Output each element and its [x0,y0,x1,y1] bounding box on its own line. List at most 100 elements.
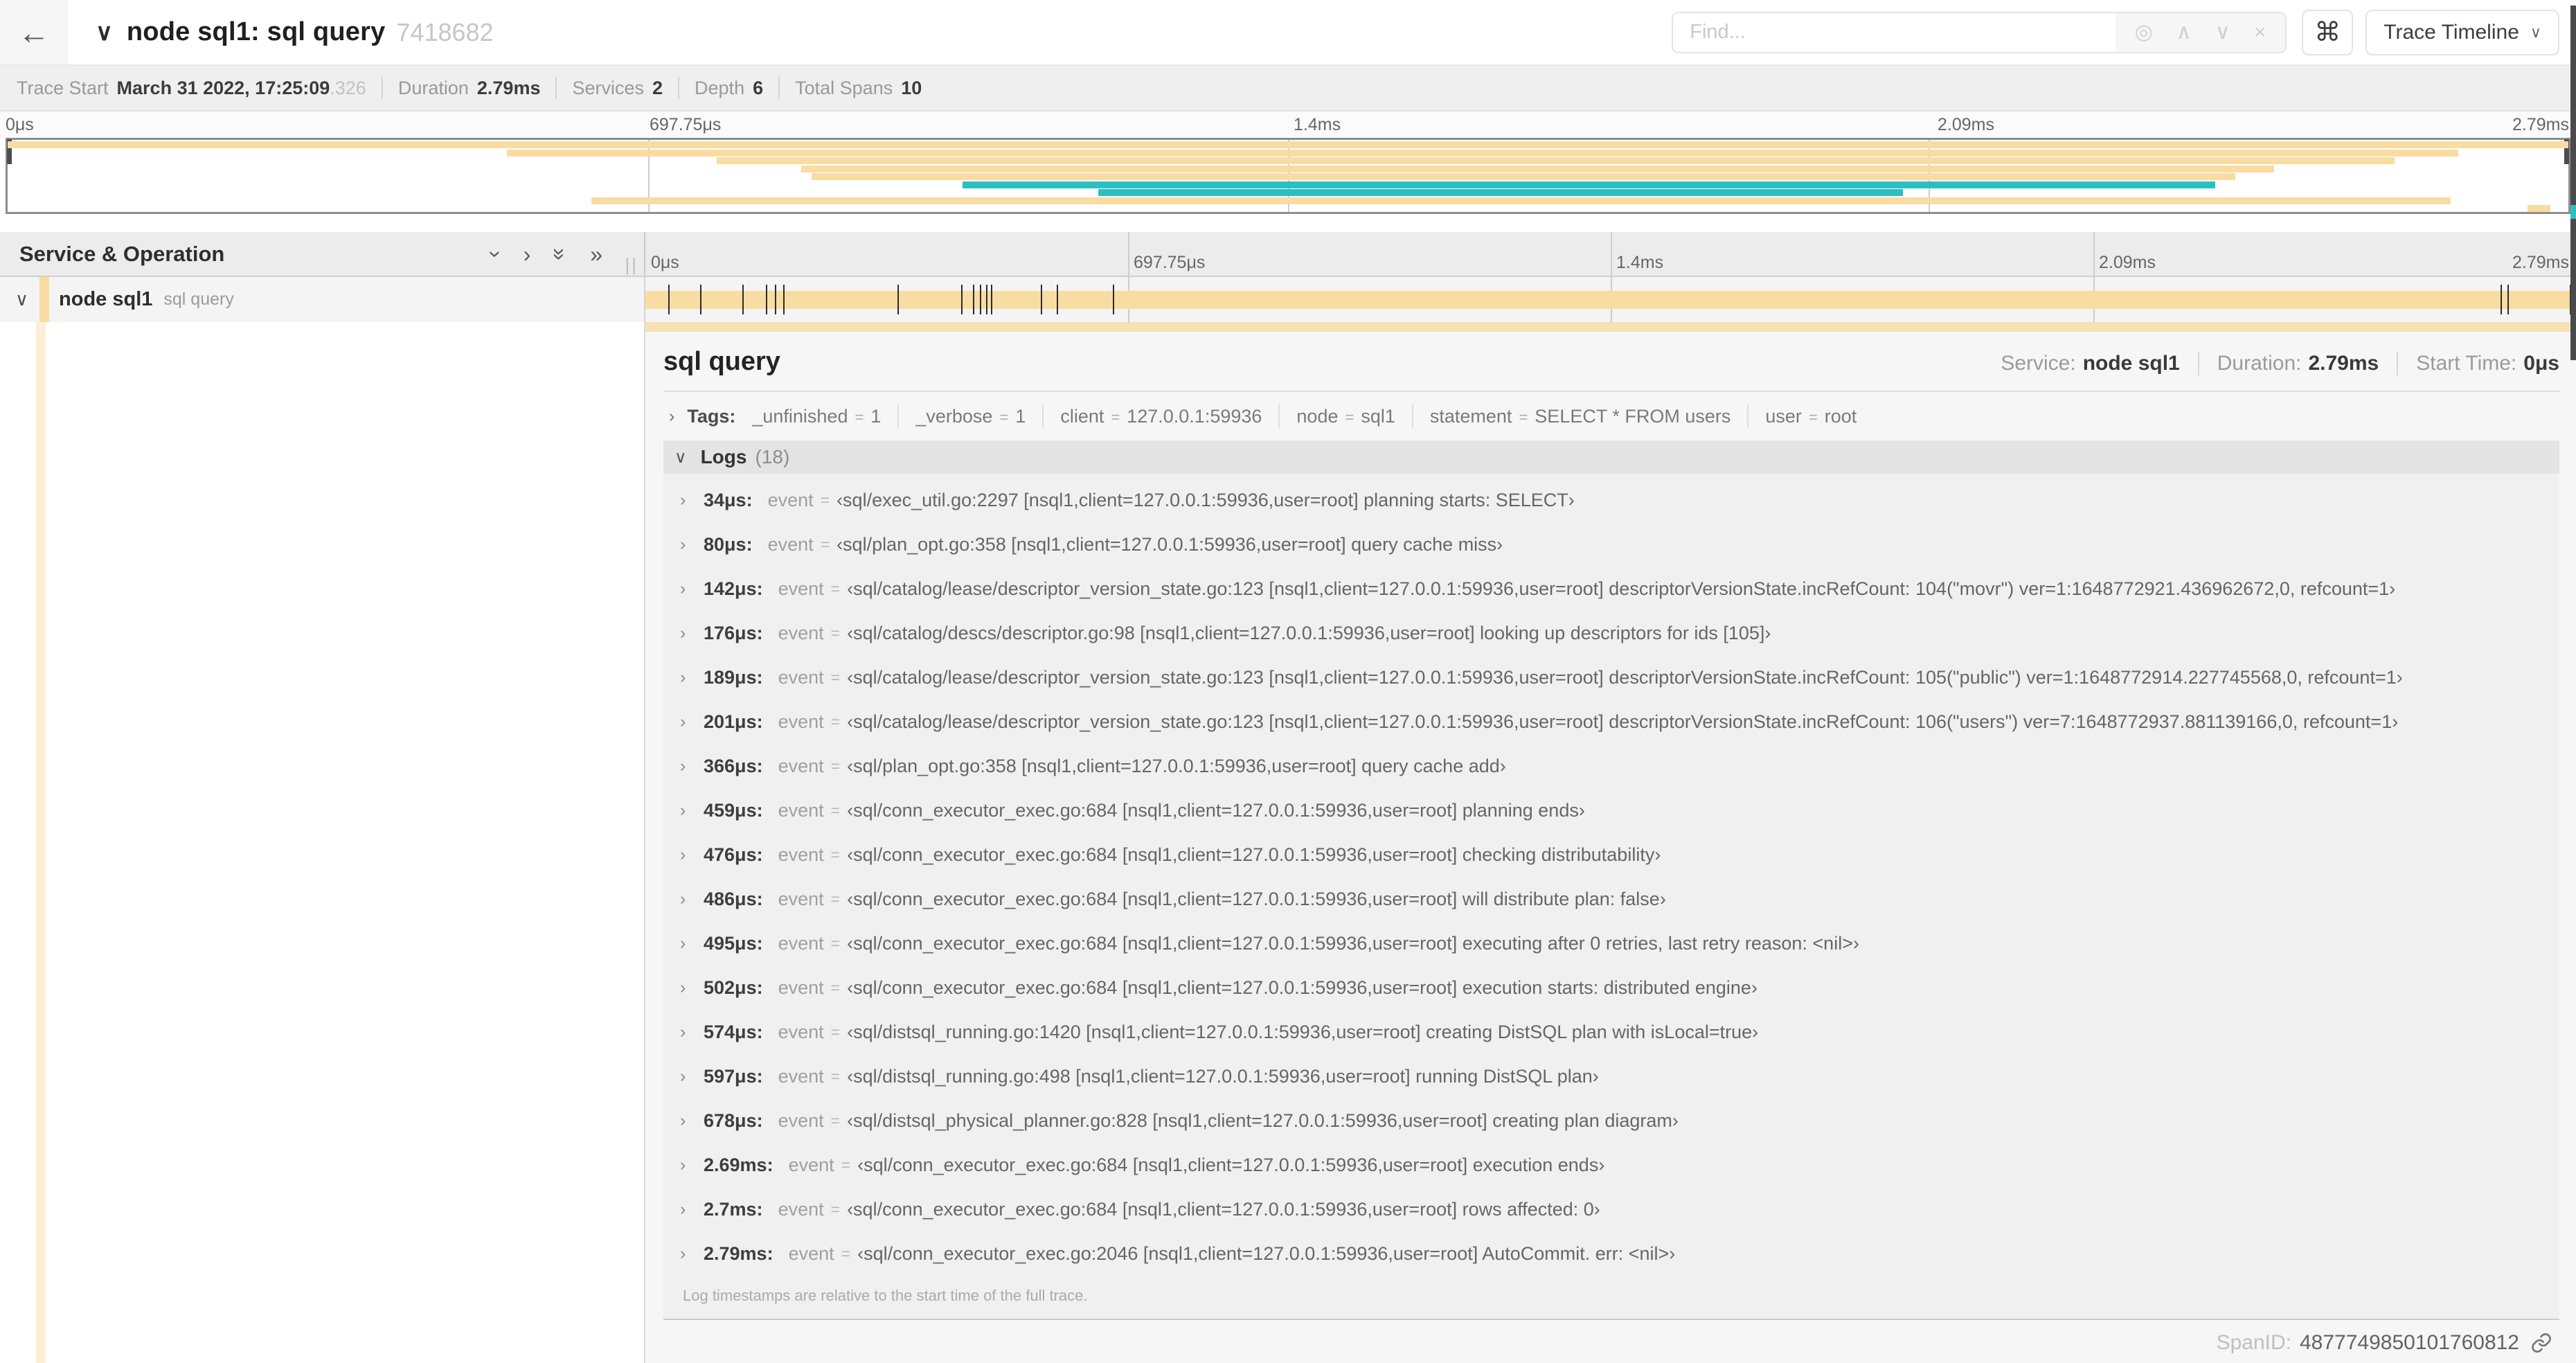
log-row[interactable]: › 486μs: event = ‹sql/conn_executor_exec.go:… [663,877,2559,921]
detail-meta-value: 0μs [2523,352,2559,375]
minimap-canvas[interactable] [6,138,2570,214]
log-marker-tick [775,285,777,314]
log-expand-chevron-icon[interactable]: › [680,712,704,732]
equals-sign: = [1111,408,1120,426]
log-expand-chevron-icon[interactable]: › [680,579,704,599]
log-field-value: ‹sql/catalog/lease/descriptor_version_st… [847,578,2396,599]
axis-tick-label: 697.75μs [1134,253,1206,272]
log-timestamp: 486μs: [704,888,763,909]
log-row[interactable]: › 201μs: event = ‹sql/catalog/lease/descript… [663,700,2559,744]
equals-sign: = [820,535,830,553]
equals-sign: = [830,801,841,819]
log-expand-chevron-icon[interactable]: › [680,756,704,776]
column-resizer-grip[interactable]: || [625,254,638,276]
log-field-value: ‹sql/conn_executor_exec.go:684 [nsql1,cl… [847,844,1661,865]
log-row[interactable]: › 476μs: event = ‹sql/conn_executor_exec.go:… [663,832,2559,877]
log-row[interactable]: › 2.7ms: event = ‹sql/conn_executor_exec.go:… [663,1187,2559,1231]
link-icon[interactable] [2530,1332,2552,1354]
log-expand-chevron-icon[interactable]: › [680,1244,704,1264]
log-row[interactable]: › 142μs: event = ‹sql/catalog/lease/descript… [663,567,2559,611]
equals-sign: = [830,668,841,686]
log-marker-tick [897,285,899,314]
expand-all-icon[interactable]: » [590,243,602,265]
log-expand-chevron-icon[interactable]: › [680,801,704,821]
clear-search-icon[interactable]: × [2254,21,2266,43]
log-expand-chevron-icon[interactable]: › [680,1200,704,1220]
log-field-value: ‹sql/distsql_running.go:1420 [nsql1,clie… [847,1021,1759,1042]
log-expand-chevron-icon[interactable]: › [680,490,704,510]
log-field-value: ‹sql/conn_executor_exec.go:2046 [nsql1,c… [857,1242,1676,1264]
log-row[interactable]: › 176μs: event = ‹sql/catalog/descs/descript… [663,611,2559,655]
log-timestamp: 678μs: [704,1110,763,1131]
logs-header[interactable]: ∨ Logs (18) [663,440,2559,474]
trace-collapse-chevron-icon[interactable]: ∨ [96,19,113,46]
collapse-all-icon[interactable]: » [548,248,573,260]
axis-tick-label: 2.09ms [2099,253,2156,272]
log-marker-tick [991,285,993,314]
log-field-name: event [788,1242,834,1264]
minimap-axis: 0μs 697.75μs 1.4ms 2.09ms 2.79ms [0,112,2576,138]
tag-item: node = sql1 [1296,406,1395,427]
span-collapse-chevron-icon[interactable]: ∨ [15,289,28,310]
span-duration-bar[interactable] [645,291,2570,309]
log-row[interactable]: › 459μs: event = ‹sql/conn_executor_exec.go:… [663,788,2559,832]
log-row[interactable]: › 2.79ms: event = ‹sql/conn_executor_exec.go… [663,1231,2559,1276]
summary-value: 10 [901,77,922,98]
log-timestamp: 34μs: [704,489,753,510]
log-row[interactable]: › 495μs: event = ‹sql/conn_executor_exec.go:… [663,921,2559,965]
tag-key: node [1296,405,1339,427]
find-input[interactable] [1673,12,2116,52]
next-match-icon[interactable]: ∨ [2215,21,2230,43]
expand-one-icon[interactable]: › [524,243,531,265]
tag-item: _verbose = 1 [915,406,1026,427]
axis-tick-label: 0μs [6,115,34,134]
tags-expand-chevron-icon[interactable]: › [669,407,674,427]
log-expand-chevron-icon[interactable]: › [680,668,704,688]
log-row[interactable]: › 2.69ms: event = ‹sql/conn_executor_exec.go… [663,1143,2559,1187]
back-button[interactable]: ← [0,0,68,64]
log-field-name: event [778,799,824,821]
log-timestamp: 459μs: [704,799,763,821]
log-expand-chevron-icon[interactable]: › [680,978,704,998]
axis-tick-label: 0μs [651,253,679,272]
log-row[interactable]: › 678μs: event = ‹sql/distsql_physical_plann… [663,1098,2559,1143]
detail-meta-value: node sql1 [2082,352,2180,375]
collapse-one-icon[interactable]: › [483,250,508,258]
log-expand-chevron-icon[interactable]: › [680,889,704,909]
log-field-name: event [778,711,824,732]
log-row[interactable]: › 574μs: event = ‹sql/distsql_running.go:142… [663,1010,2559,1054]
span-detail-meta: Service: node sql1 Duration: 2.79ms Start Ti… [2001,352,2559,375]
log-expand-chevron-icon[interactable]: › [680,1067,704,1087]
log-row[interactable]: › 34μs: event = ‹sql/exec_util.go:2297 [nsql… [663,478,2559,522]
log-field-name: event [778,977,824,998]
span-row-timeline-cell[interactable] [645,277,2576,322]
log-row[interactable]: › 597μs: event = ‹sql/distsql_running.go:498… [663,1054,2559,1098]
log-expand-chevron-icon[interactable]: › [680,535,704,555]
separator [1411,404,1413,428]
view-selector-dropdown[interactable]: Trace Timeline ∨ [2365,9,2559,55]
log-row[interactable]: › 502μs: event = ‹sql/conn_executor_exec.go:… [663,965,2559,1010]
span-color-accent [39,277,50,322]
logs-collapse-chevron-icon[interactable]: ∨ [674,447,687,467]
equals-sign: = [820,490,830,509]
focus-target-icon[interactable]: ◎ [2135,21,2153,43]
tag-value: 1 [870,405,882,427]
span-row-name-cell[interactable]: ∨ node sql1 sql query [0,277,645,322]
prev-match-icon[interactable]: ∧ [2176,21,2192,43]
log-expand-chevron-icon[interactable]: › [680,934,704,954]
tag-value: root [1824,405,1857,427]
spanid-value: 4877749850101760812 [2299,1331,2519,1354]
log-field-name: event [778,1065,824,1087]
log-expand-chevron-icon[interactable]: › [680,1111,704,1131]
log-expand-chevron-icon[interactable]: › [680,1022,704,1042]
log-row[interactable]: › 366μs: event = ‹sql/plan_opt.go:358 [nsql1… [663,744,2559,788]
summary-value: 2 [652,77,663,98]
log-expand-chevron-icon[interactable]: › [680,623,704,643]
keyboard-shortcuts-button[interactable]: ⌘ [2302,9,2354,55]
log-row[interactable]: › 189μs: event = ‹sql/catalog/lease/descript… [663,655,2559,700]
log-expand-chevron-icon[interactable]: › [680,845,704,865]
page-scrollbar-thumb[interactable] [2570,6,2576,360]
log-row[interactable]: › 80μs: event = ‹sql/plan_opt.go:358 [nsql1,… [663,522,2559,567]
tags-row[interactable]: › Tags: _unfinished = 1 _verbose = 1 client = 12… [663,392,2559,440]
log-expand-chevron-icon[interactable]: › [680,1155,704,1175]
